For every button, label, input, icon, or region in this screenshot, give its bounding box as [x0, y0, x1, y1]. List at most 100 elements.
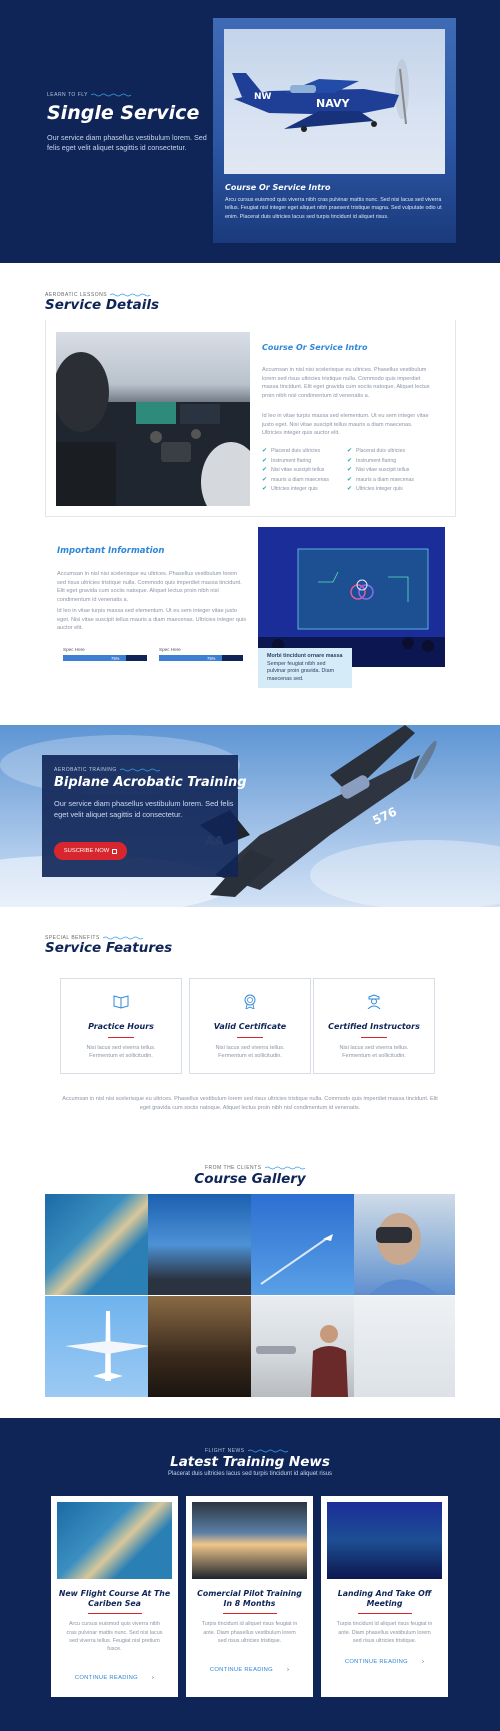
- banner-subtitle: Our service diam phasellus vestibulum lo…: [54, 799, 234, 819]
- hero-eyebrow-label: LEARN TO FLY: [47, 92, 89, 98]
- gallery-title: Course Gallery: [194, 1171, 306, 1187]
- progress-label: Spec Here: [159, 647, 181, 652]
- check-icon: ✔: [262, 467, 268, 473]
- list-item: ✔ Instrument flaring: [262, 457, 312, 464]
- svg-text:NAVY: NAVY: [316, 97, 350, 110]
- important-info-title: Important Information: [57, 546, 165, 556]
- check-icon: ✔: [262, 457, 268, 464]
- news-divider: [87, 1613, 142, 1615]
- list-item: ✔ mauris a diam maecenas: [347, 476, 414, 483]
- gallery-item-coast[interactable]: [45, 1194, 148, 1295]
- svg-text:NW: NW: [254, 92, 272, 102]
- caption-title: Morbi tincidunt ornare massa: [267, 653, 343, 659]
- cockpit-photo: [56, 332, 250, 506]
- banner-eyebrow-label: AEROBATIC TRAINING: [54, 767, 117, 773]
- wave-icon: [247, 1449, 288, 1453]
- features-paragraph: Accumsan in nisl nisi scelerisque eu ult…: [62, 1096, 438, 1111]
- service-intro-title: Course Or Service Intro: [262, 343, 368, 352]
- screen-illustration: [258, 527, 445, 667]
- list-item: ✔ Nisi vitae suscipit tellus: [262, 467, 325, 473]
- banner-title: Biplane Acrobatic Training: [54, 775, 247, 790]
- news-title: Latest Training News: [170, 1454, 330, 1470]
- news-card: New Flight Course At The Cariben Sea Arc…: [51, 1496, 178, 1697]
- list-item: ✔ Placerat duis ultricies: [347, 448, 406, 454]
- progress-block-1: Spec Here 75%: [63, 647, 147, 661]
- presentation-screen-photo: [258, 527, 445, 667]
- feature-text: Nisi lacus sed viverra tellus. Fermentum…: [339, 1045, 409, 1060]
- progress-bar: 75%: [63, 655, 147, 661]
- gallery-item-tarmac[interactable]: [251, 1296, 354, 1397]
- wave-icon: [119, 768, 160, 772]
- subscribe-button[interactable]: SUSCRIBE NOW: [54, 842, 127, 860]
- feature-card-certified-instructors: Certified Instructors Nisi lacus sed viv…: [313, 978, 435, 1074]
- feature-text: Nisi lacus sed viverra tellus. Fermentum…: [215, 1045, 285, 1060]
- certificate-badge-icon: [244, 994, 256, 1010]
- news-card: Landing And Take Off Meeting Turpis tinc…: [321, 1496, 448, 1697]
- progress-percent: 75%: [207, 655, 216, 661]
- gallery-item-vr-headset[interactable]: [354, 1194, 455, 1295]
- news-photo[interactable]: [57, 1502, 172, 1579]
- gallery-item-cockpit-view[interactable]: [148, 1194, 251, 1295]
- hero-card-title: Course Or Service Intro: [225, 183, 331, 192]
- list-item: ✔ Instrument flaring: [347, 457, 397, 464]
- continue-reading-link[interactable]: CONTINUE READING ›: [186, 1667, 313, 1673]
- continue-reading-link[interactable]: CONTINUE READING ›: [321, 1659, 448, 1665]
- continue-reading-link[interactable]: CONTINUE READING ›: [51, 1675, 178, 1681]
- feature-title: Certified Instructors: [328, 1022, 420, 1031]
- news-card-title[interactable]: Comercial Pilot Training In 8 Months: [192, 1589, 307, 1609]
- list-item: ✔ Placerat duis ultricies: [262, 448, 321, 454]
- hero-subtitle: Our service diam phasellus vestibulum lo…: [47, 133, 207, 153]
- check-icon: ✔: [347, 448, 353, 454]
- hero-eyebrow: LEARN TO FLY: [47, 92, 133, 98]
- check-icon: ✔: [347, 467, 353, 473]
- service-intro-paragraph-1: Accumsan in nisl nisi scelerisque eu ult…: [262, 367, 430, 399]
- check-icon: ✔: [262, 476, 268, 483]
- page-title: Single Service: [47, 102, 200, 124]
- feature-text: Nisi lacus sed viverra tellus. Fermentum…: [86, 1045, 156, 1060]
- service-intro-paragraph-2: Id leo in vitae turpis massa sed element…: [262, 413, 429, 437]
- feature-divider: [361, 1037, 387, 1038]
- list-item: ✔ mauris a diam maecenas: [262, 476, 329, 483]
- gallery-item-pilot-cockpit[interactable]: [148, 1296, 251, 1397]
- progress-label: Spec Here: [63, 647, 85, 652]
- feature-title: Practice Hours: [88, 1022, 154, 1031]
- chevron-right-icon: ›: [421, 1659, 425, 1665]
- news-card: Comercial Pilot Training In 8 Months Tur…: [186, 1496, 313, 1697]
- check-icon: ✔: [347, 457, 353, 464]
- plane-number: 576: [370, 804, 399, 827]
- news-subtitle: Placerat duis ultricies lacus sed turpis…: [167, 1471, 333, 1477]
- feature-divider: [108, 1037, 134, 1038]
- chevron-right-icon: ›: [151, 1675, 155, 1681]
- gallery-item-jet-sky[interactable]: [251, 1194, 354, 1295]
- progress-percent: 75%: [111, 655, 120, 661]
- wave-icon: [91, 93, 132, 97]
- news-card-text: Turpis tincidunt id aliquet risus feugia…: [201, 1621, 298, 1644]
- news-card-title[interactable]: Landing And Take Off Meeting: [327, 1589, 442, 1609]
- book-icon: [113, 995, 129, 1009]
- check-icon: ✔: [347, 476, 353, 483]
- feature-card-practice-hours: Practice Hours Nisi lacus sed viverra te…: [60, 978, 182, 1074]
- service-checklist: ✔ Placerat duis ultricies ✔ Placerat duis …: [262, 447, 432, 492]
- news-photo[interactable]: [192, 1502, 307, 1579]
- contrail-illustration: [260, 1234, 333, 1285]
- gallery-item-terminal[interactable]: [354, 1296, 455, 1397]
- check-icon: ✔: [347, 486, 353, 492]
- check-icon: ✔: [262, 486, 268, 492]
- progress-block-2: Spec Here 75%: [159, 647, 243, 661]
- chevron-right-icon: ›: [286, 1667, 290, 1673]
- news-card-text: Arcu cursus euismod quis viverra nibh cr…: [66, 1621, 163, 1653]
- feature-title: Valid Certificate: [213, 1022, 287, 1031]
- list-item: ✔ Nisi vitae suscipit tellus: [347, 467, 410, 473]
- caption-text: Semper feugiat nibh sed pulvinar proin g…: [267, 660, 335, 682]
- important-info-paragraph-2: Id leo in vitae turpis massa sed element…: [57, 608, 247, 632]
- photo-caption-box: Morbi tincidunt ornare massa Semper feug…: [258, 648, 352, 688]
- progress-bar: 75%: [159, 655, 243, 661]
- news-card-title[interactable]: New Flight Course At The Cariben Sea: [57, 1589, 172, 1609]
- warplane-illustration: NW NAVY: [232, 59, 409, 132]
- news-photo[interactable]: [327, 1502, 442, 1579]
- cockpit-illustration: [56, 352, 250, 506]
- gallery-item-airliner[interactable]: [45, 1296, 148, 1397]
- vr-user-illustration: [369, 1213, 439, 1295]
- important-info-paragraph-1: Accumsan in nisl nisi scelerisque eu ult…: [57, 571, 242, 603]
- features-title: Service Features: [45, 940, 173, 956]
